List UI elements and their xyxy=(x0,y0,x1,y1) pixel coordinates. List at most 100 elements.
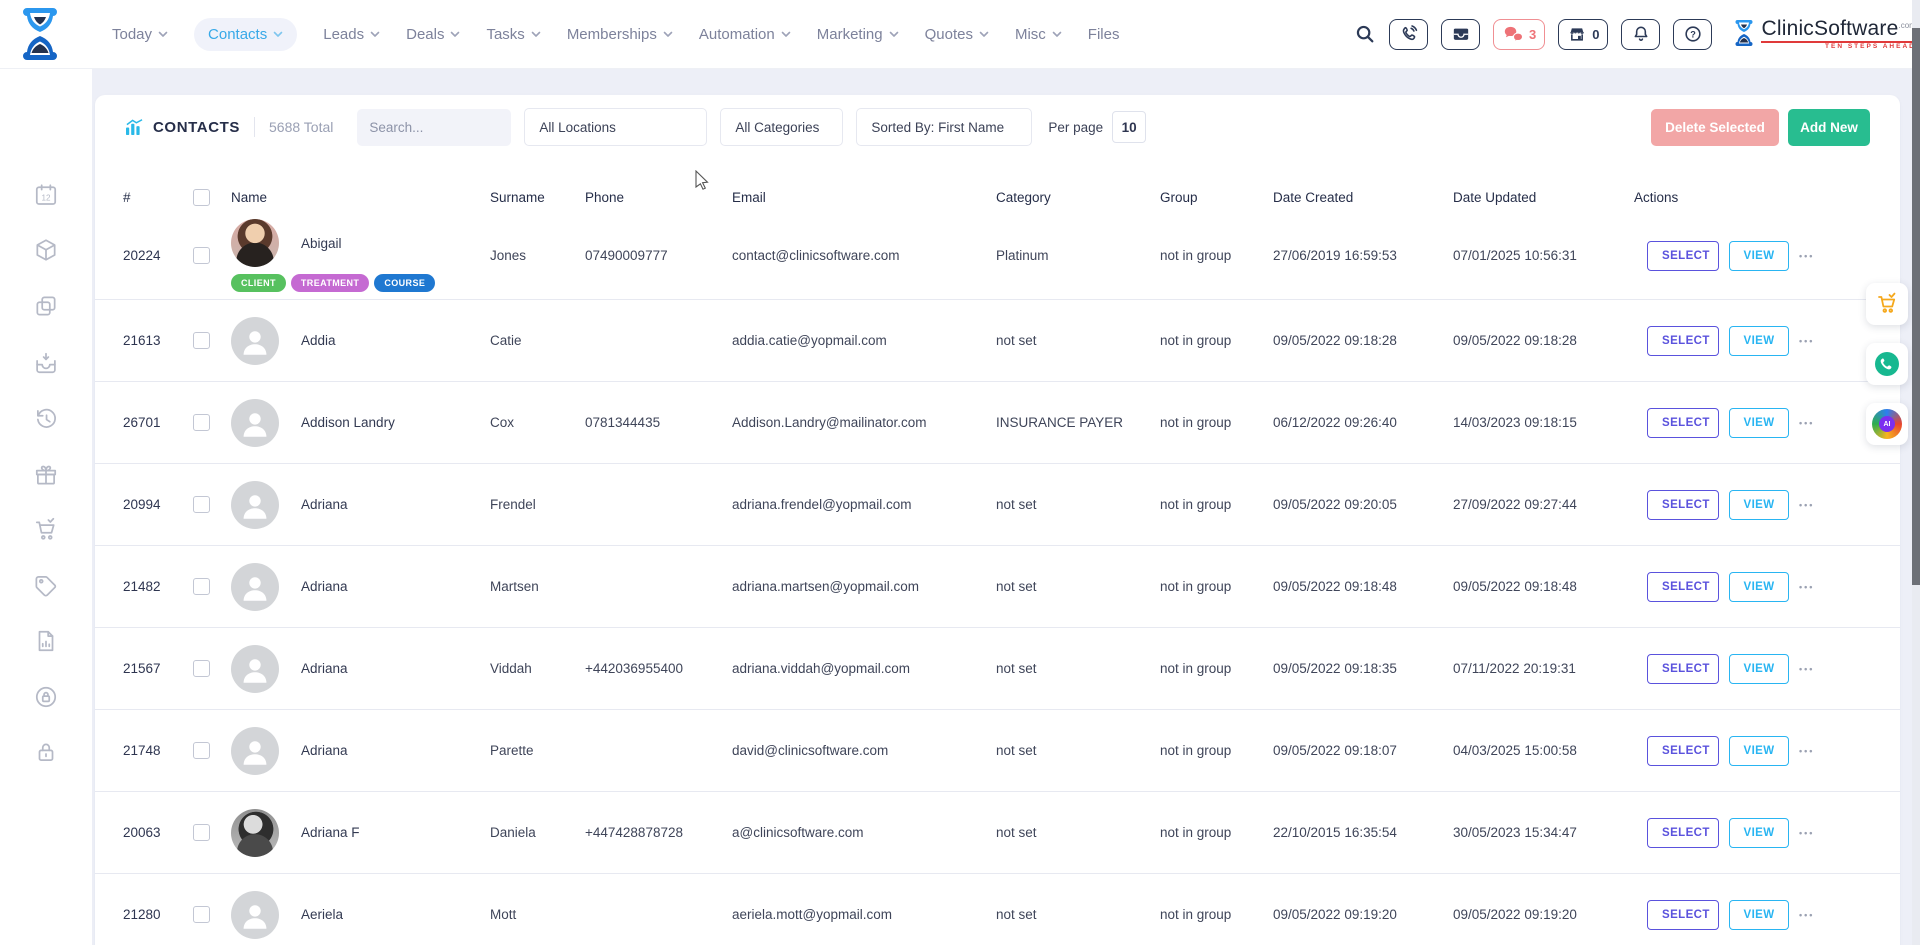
contact-surname: Cox xyxy=(490,415,585,430)
nav-item-tasks[interactable]: Tasks xyxy=(486,26,540,43)
brand-logo[interactable]: ClinicSoftware.com TEN STEPS AHEAD xyxy=(1733,18,1915,51)
select-button[interactable]: SELECT xyxy=(1647,654,1719,684)
contact-avatar[interactable] xyxy=(231,727,279,775)
nav-item-deals[interactable]: Deals xyxy=(406,26,460,43)
select-button[interactable]: SELECT xyxy=(1647,490,1719,520)
select-button[interactable]: SELECT xyxy=(1647,241,1719,271)
app-logo-icon[interactable] xyxy=(18,6,62,67)
nav-item-leads[interactable]: Leads xyxy=(323,26,380,43)
contact-avatar[interactable] xyxy=(231,563,279,611)
row-more-button[interactable]: ••• xyxy=(1799,336,1814,346)
select-button[interactable]: SELECT xyxy=(1647,900,1719,930)
phone-button[interactable] xyxy=(1389,19,1428,50)
select-button[interactable]: SELECT xyxy=(1647,408,1719,438)
nav-item-today[interactable]: Today xyxy=(112,26,168,43)
row-checkbox[interactable] xyxy=(193,247,210,264)
add-new-button[interactable]: Add New xyxy=(1788,109,1870,146)
select-button[interactable]: SELECT xyxy=(1647,326,1719,356)
cart-icon[interactable] xyxy=(33,517,59,543)
floating-cart-button[interactable] xyxy=(1866,283,1908,325)
view-button[interactable]: VIEW xyxy=(1729,818,1789,848)
lock-icon[interactable] xyxy=(33,739,59,765)
scrollbar-thumb[interactable] xyxy=(1912,28,1920,585)
row-checkbox[interactable] xyxy=(193,824,210,841)
nav-item-automation[interactable]: Automation xyxy=(699,26,791,43)
contact-name[interactable]: Adriana xyxy=(301,661,348,676)
contact-name[interactable]: Addia xyxy=(301,333,336,348)
view-button[interactable]: VIEW xyxy=(1729,736,1789,766)
view-button[interactable]: VIEW xyxy=(1729,572,1789,602)
report-icon[interactable] xyxy=(33,628,59,654)
contact-avatar[interactable] xyxy=(231,809,279,857)
delete-selected-button[interactable]: Delete Selected xyxy=(1651,109,1779,146)
user-lock-icon[interactable] xyxy=(33,684,59,710)
store-button[interactable]: 0 xyxy=(1558,19,1608,50)
history-icon[interactable] xyxy=(33,406,59,432)
row-checkbox[interactable] xyxy=(193,742,210,759)
row-checkbox[interactable] xyxy=(193,906,210,923)
row-more-button[interactable]: ••• xyxy=(1799,500,1814,510)
search-input[interactable] xyxy=(367,119,548,136)
sort-filter[interactable]: Sorted By: First Name xyxy=(856,108,1032,146)
nav-item-misc[interactable]: Misc xyxy=(1015,26,1062,43)
nav-item-marketing[interactable]: Marketing xyxy=(817,26,899,43)
view-button[interactable]: VIEW xyxy=(1729,408,1789,438)
floating-ai-button[interactable]: AI xyxy=(1866,403,1908,445)
contact-avatar[interactable] xyxy=(231,645,279,693)
inbox-button[interactable] xyxy=(1441,19,1480,50)
select-button[interactable]: SELECT xyxy=(1647,818,1719,848)
row-checkbox[interactable] xyxy=(193,578,210,595)
row-more-button[interactable]: ••• xyxy=(1799,418,1814,428)
nav-item-quotes[interactable]: Quotes xyxy=(925,26,989,43)
contact-name[interactable]: Adriana F xyxy=(301,825,360,840)
gift-icon[interactable] xyxy=(33,462,59,488)
row-more-button[interactable]: ••• xyxy=(1799,828,1814,838)
chat-button[interactable]: 3 xyxy=(1493,19,1545,50)
contact-name[interactable]: Abigail xyxy=(301,236,342,251)
tray-download-icon[interactable] xyxy=(33,350,59,376)
contact-avatar[interactable] xyxy=(231,481,279,529)
view-button[interactable]: VIEW xyxy=(1729,654,1789,684)
floating-phone-button[interactable] xyxy=(1866,343,1908,385)
row-more-button[interactable]: ••• xyxy=(1799,910,1814,920)
row-more-button[interactable]: ••• xyxy=(1799,664,1814,674)
row-checkbox[interactable] xyxy=(193,660,210,677)
view-button[interactable]: VIEW xyxy=(1729,490,1789,520)
categories-filter[interactable]: All Categories xyxy=(720,108,843,146)
select-button[interactable]: SELECT xyxy=(1647,572,1719,602)
row-checkbox[interactable] xyxy=(193,414,210,431)
view-button[interactable]: VIEW xyxy=(1729,326,1789,356)
package-icon[interactable] xyxy=(33,237,59,263)
locations-filter[interactable]: All Locations xyxy=(524,108,707,146)
contact-name[interactable]: Adriana xyxy=(301,497,348,512)
row-more-button[interactable]: ••• xyxy=(1799,746,1814,756)
contact-name[interactable]: Aeriela xyxy=(301,907,343,922)
view-button[interactable]: VIEW xyxy=(1729,900,1789,930)
help-button[interactable]: ? xyxy=(1673,19,1712,50)
per-page-input[interactable]: 10 xyxy=(1112,111,1146,143)
person-icon xyxy=(237,488,273,524)
contact-avatar[interactable] xyxy=(231,317,279,365)
contact-avatar[interactable] xyxy=(231,399,279,447)
view-button[interactable]: VIEW xyxy=(1729,241,1789,271)
search-icon[interactable] xyxy=(1354,23,1376,45)
copy-icon[interactable] xyxy=(33,293,59,319)
contact-avatar[interactable] xyxy=(231,219,279,267)
row-more-button[interactable]: ••• xyxy=(1799,251,1814,261)
contact-name[interactable]: Adriana xyxy=(301,743,348,758)
row-checkbox[interactable] xyxy=(193,332,210,349)
contact-name[interactable]: Addison Landry xyxy=(301,415,395,430)
nav-item-contacts[interactable]: Contacts xyxy=(194,18,297,51)
nav-item-files[interactable]: Files xyxy=(1088,26,1120,43)
row-more-button[interactable]: ••• xyxy=(1799,582,1814,592)
select-button[interactable]: SELECT xyxy=(1647,736,1719,766)
contact-avatar[interactable] xyxy=(231,891,279,939)
contact-name[interactable]: Adriana xyxy=(301,579,348,594)
tag-icon[interactable] xyxy=(33,573,59,599)
nav-item-memberships[interactable]: Memberships xyxy=(567,26,673,43)
notifications-button[interactable] xyxy=(1621,19,1660,50)
top-bar: Today Contacts Leads Deals Tasks Memberships A… xyxy=(0,0,1920,68)
select-all-checkbox[interactable] xyxy=(193,189,210,206)
calendar-icon[interactable]: 12 xyxy=(33,182,59,208)
row-checkbox[interactable] xyxy=(193,496,210,513)
